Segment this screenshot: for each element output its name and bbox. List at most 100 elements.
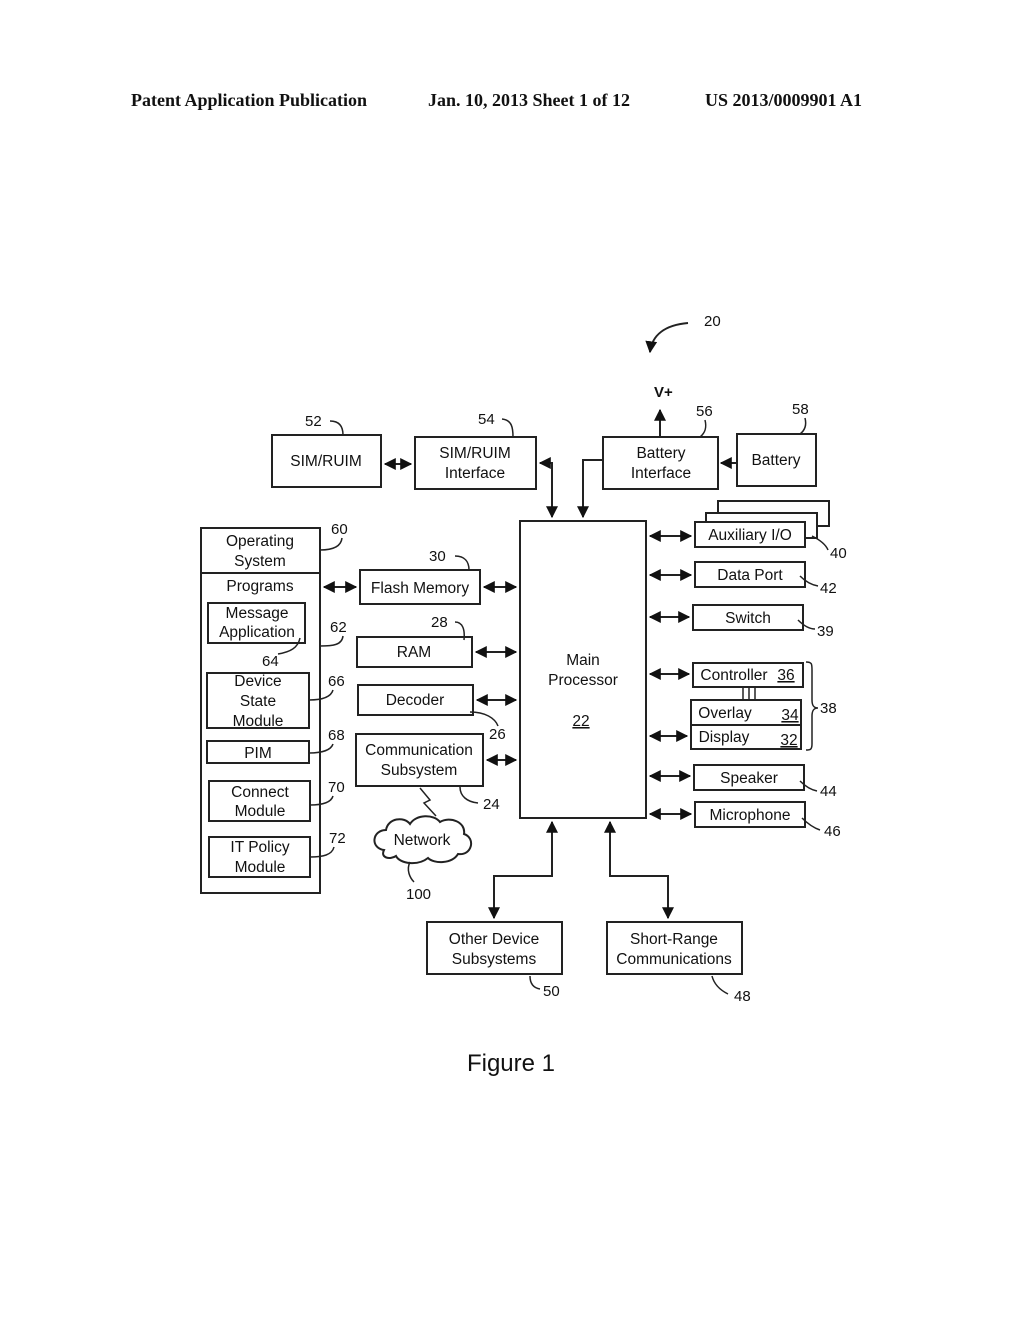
device-state-line2: State: [240, 693, 276, 710]
battery-interface-block: Battery Interface: [602, 436, 719, 490]
leader-58: [799, 417, 807, 435]
sim-ruim-block: SIM/RUIM: [271, 434, 382, 488]
device-state-module-block: Device State Module: [206, 672, 310, 730]
os-line2: System: [234, 553, 286, 570]
network-label: Network: [394, 832, 451, 849]
short-range-line2: Communications: [616, 951, 732, 968]
ref-36: 36: [777, 667, 794, 684]
battery-interface-line1: Battery: [636, 445, 685, 462]
display-label: Display: [699, 729, 750, 746]
ref-44: 44: [820, 783, 837, 800]
vplus-label: V+: [654, 384, 673, 401]
wireless-link-icon: [419, 787, 437, 817]
ram-label: RAM: [397, 644, 431, 661]
display-block: Display 32: [690, 724, 802, 750]
brace-38: [805, 661, 819, 751]
switch-label: Switch: [725, 610, 771, 627]
auxiliary-io-block: Auxiliary I/O: [694, 500, 830, 548]
leader-56: [699, 419, 707, 438]
it-policy-line1: IT Policy: [230, 839, 289, 856]
sim-interface-line2: Interface: [445, 465, 505, 482]
pim-label: PIM: [244, 745, 272, 762]
ref-32: 32: [780, 732, 797, 749]
leader-30: [454, 555, 470, 571]
leader-52: [329, 420, 344, 436]
battery-block: Battery: [736, 433, 817, 487]
ref-24: 24: [483, 796, 500, 813]
ref-48: 48: [734, 988, 751, 1005]
microphone-label: Microphone: [710, 807, 791, 824]
controller-block: Controller 36: [692, 662, 804, 688]
overlay-label: Overlay: [698, 705, 752, 722]
main-processor-line1: Main: [566, 652, 600, 669]
ref-60: 60: [331, 521, 348, 538]
controller-label: Controller: [700, 667, 767, 684]
main-processor-line2: Processor: [548, 672, 618, 689]
other-device-link: [488, 820, 558, 920]
battery-interface-link: [577, 459, 603, 519]
ref-70: 70: [328, 779, 345, 796]
connect-line2: Module: [235, 803, 286, 820]
figure-caption: Figure 1: [467, 1050, 555, 1077]
ref-52: 52: [305, 413, 322, 430]
ref-66: 66: [328, 673, 345, 690]
os-line1: Operating: [226, 533, 294, 550]
leader-40: [811, 535, 829, 551]
programs-label: Programs: [226, 578, 293, 595]
communication-subsystem-block: Communication Subsystem: [355, 733, 484, 787]
it-policy-line2: Module: [235, 859, 286, 876]
main-processor-block: Main Processor 22: [519, 520, 647, 819]
pim-block: PIM: [206, 740, 310, 764]
sim-interface-block: SIM/RUIM Interface: [414, 436, 537, 490]
other-device-line2: Subsystems: [452, 951, 537, 968]
it-policy-module-block: IT Policy Module: [208, 836, 311, 878]
ref-68: 68: [328, 727, 345, 744]
ref-62: 62: [330, 619, 347, 636]
leader-54: [501, 418, 514, 438]
ref-64: 64: [262, 653, 279, 670]
ref-22: 22: [572, 713, 589, 730]
ref-30: 30: [429, 548, 446, 565]
ref-72: 72: [329, 830, 346, 847]
ref-42: 42: [820, 580, 837, 597]
message-application-block: Message Application: [207, 602, 306, 644]
device-state-line1: Device: [234, 673, 281, 690]
sim-label: SIM/RUIM: [290, 453, 361, 470]
short-range-line1: Short-Range: [630, 931, 718, 948]
ref-38: 38: [820, 700, 837, 717]
ref-46: 46: [824, 823, 841, 840]
overlay-block: Overlay 34: [690, 699, 802, 726]
message-app-line1: Message: [226, 605, 289, 622]
connect-line1: Connect: [231, 784, 289, 801]
data-port-block: Data Port: [694, 561, 806, 588]
device-ref-arrow: [645, 322, 689, 354]
data-port-label: Data Port: [717, 567, 783, 584]
speaker-block: Speaker: [693, 764, 805, 791]
speaker-label: Speaker: [720, 770, 778, 787]
flash-label: Flash Memory: [371, 580, 469, 597]
other-device-line1: Other Device: [449, 931, 539, 948]
sim-interface-line1: SIM/RUIM: [439, 445, 510, 462]
other-device-subsystems-block: Other Device Subsystems: [426, 921, 563, 975]
sim-interface-link: [538, 457, 558, 519]
ref-100: 100: [406, 886, 431, 903]
ref-58: 58: [792, 401, 809, 418]
ram-block: RAM: [356, 636, 473, 668]
ref-54: 54: [478, 411, 495, 428]
message-app-line2: Application: [219, 624, 295, 641]
leader-48: [711, 975, 729, 995]
ref-26: 26: [489, 726, 506, 743]
ref-20: 20: [704, 313, 721, 330]
comm-line2: Subsystem: [381, 762, 458, 779]
leader-62: [319, 635, 344, 647]
aux-io-label: Auxiliary I/O: [708, 527, 792, 544]
leader-50: [529, 975, 541, 990]
connect-module-block: Connect Module: [208, 780, 311, 822]
decoder-block: Decoder: [357, 684, 474, 716]
leader-60: [319, 537, 343, 551]
short-range-link: [604, 820, 674, 920]
switch-block: Switch: [692, 604, 804, 631]
battery-label: Battery: [751, 452, 800, 469]
block-diagram: 20 V+ SIM/RUIM 52 SIM/RUIM Interface 54 …: [200, 313, 847, 1077]
touchscreen-group: Controller 36 Overlay 34 Display 32: [690, 661, 819, 751]
